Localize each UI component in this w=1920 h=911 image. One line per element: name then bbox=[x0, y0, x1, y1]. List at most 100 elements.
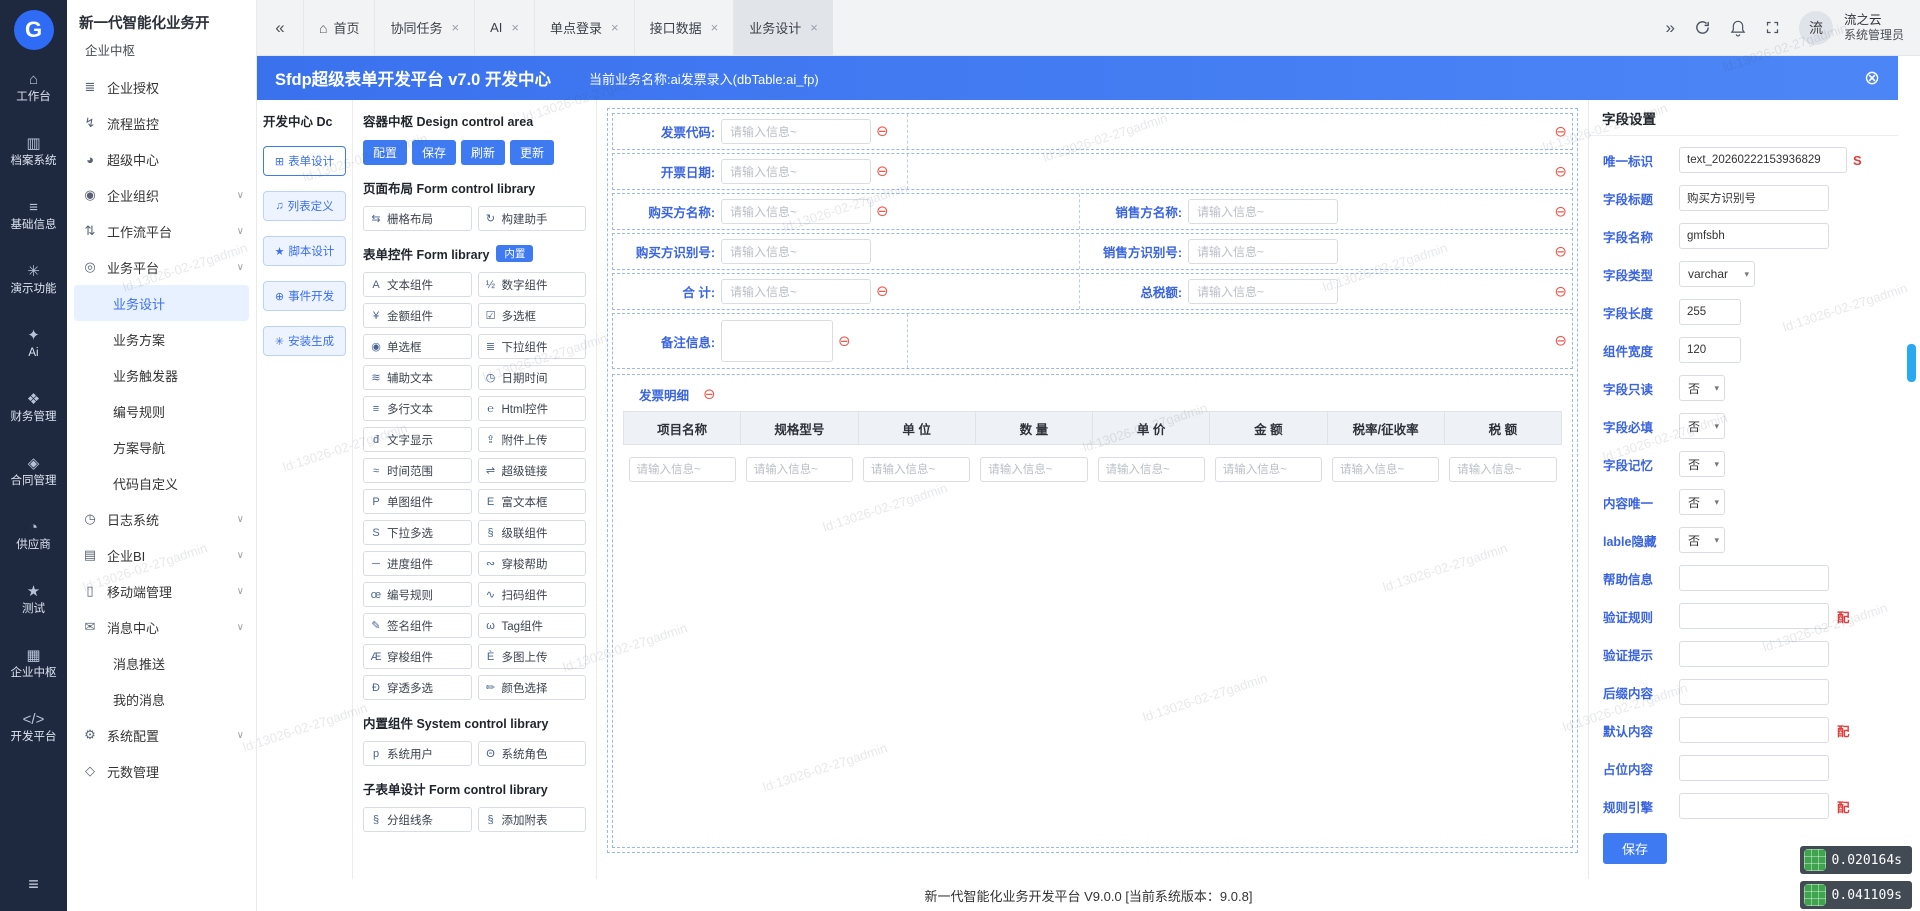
sidebar-item-super-center[interactable]: ◕ 超级中心 bbox=[67, 141, 256, 177]
validation-rule-field[interactable] bbox=[1679, 603, 1829, 629]
rail-item-test[interactable]: ★ 测试 bbox=[0, 568, 67, 632]
remove-row-icon[interactable]: ⊖ bbox=[1554, 124, 1567, 139]
devtab-event-dev[interactable]: ⊕ 事件开发 bbox=[263, 281, 346, 311]
config-button[interactable]: 配置 bbox=[363, 140, 408, 165]
sidebar-item-system-config[interactable]: ⚙ 系统配置 ∨ bbox=[67, 717, 256, 753]
suffix-content-field[interactable] bbox=[1679, 679, 1829, 705]
subtable-input[interactable] bbox=[980, 457, 1088, 482]
field-input[interactable] bbox=[721, 199, 871, 224]
component-progress[interactable]: ─ 进度组件 bbox=[363, 551, 472, 576]
remove-row-icon[interactable]: ⊖ bbox=[1554, 334, 1567, 349]
help-info-field[interactable] bbox=[1679, 565, 1829, 591]
bell-icon[interactable] bbox=[1730, 19, 1746, 37]
remove-subtable-icon[interactable]: ⊖ bbox=[703, 387, 716, 402]
field-invoice-code[interactable]: 发票代码: ⊖ bbox=[613, 114, 907, 149]
empty-cell[interactable] bbox=[906, 314, 1546, 368]
empty-cell[interactable] bbox=[906, 154, 1546, 189]
readonly-select[interactable]: 否 ▾ bbox=[1679, 375, 1725, 401]
scrollbar-thumb[interactable] bbox=[1907, 344, 1916, 382]
component-text-display[interactable]: đ 文字显示 bbox=[363, 427, 472, 452]
config-link[interactable]: 配 bbox=[1837, 721, 1850, 740]
rail-item-demo[interactable]: ✳ 演示功能 bbox=[0, 248, 67, 312]
rail-item-workbench[interactable]: ⌂ 工作台 bbox=[0, 56, 67, 120]
rail-item-dev-platform[interactable]: </> 开发平台 bbox=[0, 696, 67, 760]
save-button[interactable]: 保存 bbox=[412, 140, 457, 165]
field-length-field[interactable] bbox=[1679, 299, 1741, 325]
sidebar-item-mobile-mgmt[interactable]: ▯ 移动端管理 ∨ bbox=[67, 573, 256, 609]
field-input[interactable] bbox=[721, 279, 871, 304]
default-content-field[interactable] bbox=[1679, 717, 1829, 743]
close-tab-icon[interactable]: × bbox=[810, 20, 818, 35]
field-input[interactable] bbox=[1188, 239, 1338, 264]
close-tab-icon[interactable]: × bbox=[452, 20, 460, 35]
fullscreen-icon[interactable] bbox=[1765, 20, 1780, 35]
component-datetime[interactable]: ◷ 日期时间 bbox=[477, 365, 586, 390]
close-tab-icon[interactable]: × bbox=[711, 20, 719, 35]
update-button[interactable]: 更新 bbox=[510, 140, 555, 165]
field-seller-tax-id[interactable]: 销售方识别号: bbox=[1079, 234, 1546, 269]
remove-row-icon[interactable]: ⊖ bbox=[1554, 204, 1567, 219]
rail-item-archive[interactable]: ▥ 档案系统 bbox=[0, 120, 67, 184]
rail-item-finance[interactable]: ❖ 财务管理 bbox=[0, 376, 67, 440]
sidebar-item-business-plan[interactable]: 业务方案 bbox=[67, 321, 256, 357]
component-attachment[interactable]: ⇪ 附件上传 bbox=[477, 427, 586, 452]
remove-field-icon[interactable]: ⊖ bbox=[876, 124, 889, 139]
field-input[interactable] bbox=[721, 239, 871, 264]
component-numbering-rule[interactable]: œ 编号规则 bbox=[363, 582, 472, 607]
sidebar-item-log-system[interactable]: ◷ 日志系统 ∨ bbox=[67, 501, 256, 537]
refresh-icon[interactable] bbox=[1694, 19, 1711, 36]
field-remarks[interactable]: 备注信息: ⊖ bbox=[613, 314, 907, 368]
subtable-input[interactable] bbox=[1449, 457, 1557, 482]
field-buyer-name[interactable]: 购买方名称: ⊖ bbox=[613, 194, 1079, 229]
field-buyer-tax-id[interactable]: 购买方识别号: bbox=[613, 234, 1079, 269]
component-multiline[interactable]: ≡ 多行文本 bbox=[363, 396, 472, 421]
field-total-tax[interactable]: 总税额: bbox=[1079, 274, 1546, 309]
tab-collab-task[interactable]: 协同任务 × bbox=[374, 0, 474, 55]
user-info[interactable]: 流之云 系统管理员 bbox=[1844, 12, 1904, 44]
field-type-select[interactable]: varchar ▾ bbox=[1679, 261, 1755, 287]
devtab-list-definition[interactable]: ♫ 列表定义 bbox=[263, 191, 346, 221]
component-helper-text[interactable]: ≋ 辅助文本 bbox=[363, 365, 472, 390]
remove-field-icon[interactable]: ⊖ bbox=[838, 334, 851, 349]
component-amount[interactable]: ¥ 金额组件 bbox=[363, 303, 472, 328]
close-tab-icon[interactable]: × bbox=[511, 20, 519, 35]
remove-row-icon[interactable]: ⊖ bbox=[1554, 244, 1567, 259]
component-add-subtable[interactable]: § 添加附表 bbox=[477, 807, 586, 832]
subtable-input[interactable] bbox=[628, 457, 736, 482]
field-input[interactable] bbox=[721, 159, 871, 184]
sidebar-item-business-platform[interactable]: ◎ 业务平台 ∨ bbox=[67, 249, 256, 285]
sidebar-item-metadata-mgmt[interactable]: ◇ 元数管理 bbox=[67, 753, 256, 789]
component-cascade[interactable]: § 级联组件 bbox=[477, 520, 586, 545]
close-tab-icon[interactable]: × bbox=[611, 20, 619, 35]
component-time-range[interactable]: ≈ 时间范围 bbox=[363, 458, 472, 483]
remarks-textarea[interactable] bbox=[721, 320, 833, 362]
component-richtext[interactable]: E 富文本框 bbox=[477, 489, 586, 514]
component-color-picker[interactable]: ✏ 颜色选择 bbox=[477, 675, 586, 700]
avatar[interactable]: 流 bbox=[1798, 10, 1833, 45]
save-field-button[interactable]: 保存 bbox=[1603, 833, 1668, 864]
sidebar-item-business-design[interactable]: 业务设计 bbox=[74, 285, 249, 321]
field-title-field[interactable] bbox=[1679, 185, 1829, 211]
component-multi-image[interactable]: È 多图上传 bbox=[477, 644, 586, 669]
rule-engine-field[interactable] bbox=[1679, 793, 1829, 819]
component-scan[interactable]: ∿ 扫码组件 bbox=[477, 582, 586, 607]
sidebar-item-enterprise-auth[interactable]: ≣ 企业授权 bbox=[67, 69, 256, 105]
expand-tabs-icon[interactable]: » bbox=[1666, 18, 1675, 38]
component-width-field[interactable] bbox=[1679, 337, 1741, 363]
subtable-input[interactable] bbox=[863, 457, 971, 482]
tab-sso[interactable]: 单点登录 × bbox=[533, 0, 634, 55]
config-link[interactable]: 配 bbox=[1837, 797, 1850, 816]
remove-row-icon[interactable]: ⊖ bbox=[1554, 164, 1567, 179]
sidebar-item-message-center[interactable]: ✉ 消息中心 ∨ bbox=[67, 609, 256, 645]
field-input[interactable] bbox=[721, 119, 871, 144]
validation-hint-field[interactable] bbox=[1679, 641, 1829, 667]
field-name-field[interactable] bbox=[1679, 223, 1829, 249]
field-total[interactable]: 合 计: ⊖ bbox=[613, 274, 1079, 309]
rail-item-enterprise-hub[interactable]: ▦ 企业中枢 bbox=[0, 632, 67, 696]
subtable-input[interactable] bbox=[1214, 457, 1322, 482]
required-select[interactable]: 否 ▾ bbox=[1679, 413, 1725, 439]
collapse-tabs-icon[interactable]: « bbox=[257, 18, 303, 38]
rail-menu-toggle-icon[interactable]: ≡ bbox=[28, 862, 39, 911]
component-pierce-select[interactable]: Đ 穿透多选 bbox=[363, 675, 472, 700]
sidebar-item-message-push[interactable]: 消息推送 bbox=[67, 645, 256, 681]
